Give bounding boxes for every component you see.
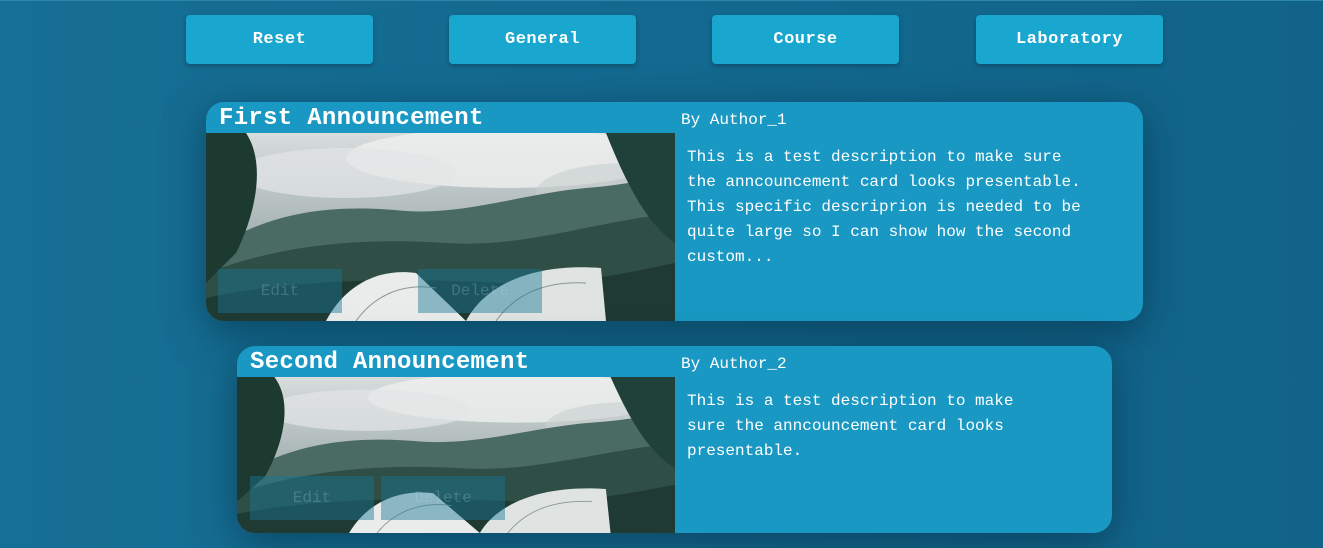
announcement-description: This is a test description to make sure … xyxy=(687,145,1081,270)
announcement-card-1: First Announcement By Author_1 Edit Dele… xyxy=(206,102,1143,321)
announcement-author: By Author_1 xyxy=(681,111,787,129)
description-line: quite large so I can show how the second xyxy=(687,223,1072,241)
reset-button[interactable]: Reset xyxy=(186,15,373,64)
description-line: This is a test description to make sure xyxy=(687,148,1062,166)
description-line: This is a test description to make xyxy=(687,392,1014,410)
description-line: presentable. xyxy=(687,442,803,460)
announcement-description: This is a test description to make sure … xyxy=(687,389,1013,464)
description-line: This specific descriprion is needed to b… xyxy=(687,198,1081,216)
course-filter-button[interactable]: Course xyxy=(712,15,899,64)
description-line: the anncouncement card looks presentable… xyxy=(687,173,1081,191)
general-filter-button[interactable]: General xyxy=(449,15,636,64)
edit-button[interactable]: Edit xyxy=(218,269,342,313)
announcement-title: Second Announcement xyxy=(250,349,530,376)
description-line: sure the anncouncement card looks xyxy=(687,417,1004,435)
edit-button[interactable]: Edit xyxy=(250,476,374,520)
announcement-author: By Author_2 xyxy=(681,355,787,373)
laboratory-filter-button[interactable]: Laboratory xyxy=(976,15,1163,64)
announcement-title: First Announcement xyxy=(219,105,484,132)
announcement-card-2: Second Announcement By Author_2 Edit Del… xyxy=(237,346,1112,533)
delete-button[interactable]: Delete xyxy=(381,476,505,520)
description-line: custom... xyxy=(687,248,774,266)
delete-button[interactable]: Delete xyxy=(418,269,542,313)
